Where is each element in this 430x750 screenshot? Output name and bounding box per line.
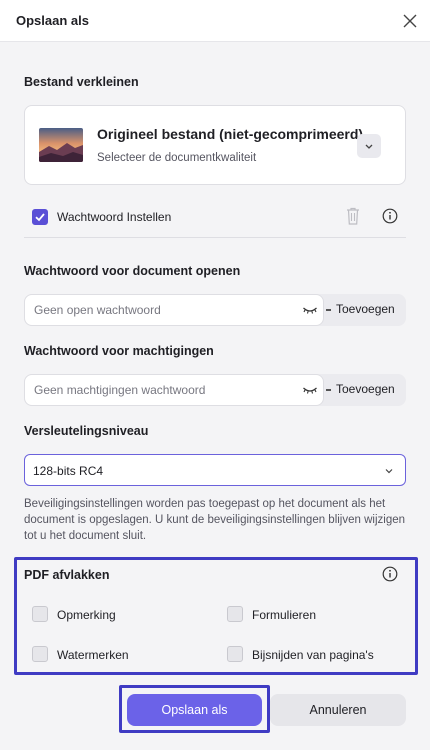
- trash-icon[interactable]: [345, 206, 361, 226]
- save-as-button[interactable]: Opslaan als: [127, 694, 262, 726]
- permission-password-field: Toevoegen: [24, 374, 406, 406]
- section-divider: [24, 237, 406, 238]
- password-toggle-row: Wachtwoord Instellen: [32, 206, 406, 228]
- eye-closed-icon[interactable]: [302, 383, 318, 397]
- flatten-option-crop-checkbox[interactable]: [227, 646, 243, 662]
- open-password-input[interactable]: [34, 301, 294, 319]
- flatten-option-comment-checkbox[interactable]: [32, 606, 48, 622]
- compress-section-label: Bestand verkleinen: [24, 75, 139, 89]
- flatten-pdf-label: PDF afvlakken: [24, 568, 110, 582]
- flatten-option-crop-label: Bijsnijden van pagina's: [252, 648, 374, 662]
- quality-card-title: Origineel bestand (niet-gecomprimeerd): [97, 126, 364, 142]
- open-password-field: Toevoegen: [24, 294, 406, 326]
- separator-dash: [326, 389, 331, 391]
- quality-dropdown-button[interactable]: [357, 134, 381, 158]
- separator-dash: [326, 309, 331, 311]
- password-checkbox-label: Wachtwoord Instellen: [57, 210, 172, 224]
- dialog-titlebar: Opslaan als: [0, 0, 430, 42]
- security-note: Beveiligingsinstellingen worden pas toeg…: [24, 498, 406, 542]
- close-icon[interactable]: [398, 9, 422, 33]
- flatten-option-watermarks-label: Watermerken: [57, 648, 129, 662]
- document-thumbnail-icon: [39, 128, 83, 162]
- flatten-option-comment-label: Opmerking: [57, 608, 116, 622]
- eye-closed-icon[interactable]: [302, 303, 318, 317]
- chevron-down-icon: [365, 144, 373, 149]
- password-checkbox[interactable]: [32, 209, 48, 225]
- checkmark-icon: [35, 213, 45, 222]
- permission-password-label: Wachtwoord voor machtigingen: [24, 344, 214, 358]
- info-icon[interactable]: [382, 208, 398, 224]
- open-password-add-button[interactable]: Toevoegen: [336, 302, 395, 316]
- info-icon[interactable]: [382, 566, 398, 582]
- chevron-down-icon: [385, 469, 393, 474]
- flatten-option-forms-label: Formulieren: [252, 608, 317, 622]
- permission-password-add-button[interactable]: Toevoegen: [336, 382, 395, 396]
- dialog-title: Opslaan als: [16, 13, 89, 28]
- encryption-level-select[interactable]: 128-bits RC4: [24, 454, 406, 486]
- open-password-label: Wachtwoord voor document openen: [24, 264, 241, 278]
- flatten-option-forms-checkbox[interactable]: [227, 606, 243, 622]
- quality-card-subtitle: Selecteer de documentkwaliteit: [97, 152, 257, 164]
- encryption-level-label: Versleutelingsniveau: [24, 424, 149, 438]
- flatten-option-watermarks-checkbox[interactable]: [32, 646, 48, 662]
- cancel-button[interactable]: Annuleren: [270, 694, 406, 726]
- encryption-level-value: 128-bits RC4: [33, 464, 104, 478]
- permission-password-input[interactable]: [34, 381, 294, 399]
- quality-card[interactable]: Origineel bestand (niet-gecomprimeerd) S…: [24, 105, 406, 185]
